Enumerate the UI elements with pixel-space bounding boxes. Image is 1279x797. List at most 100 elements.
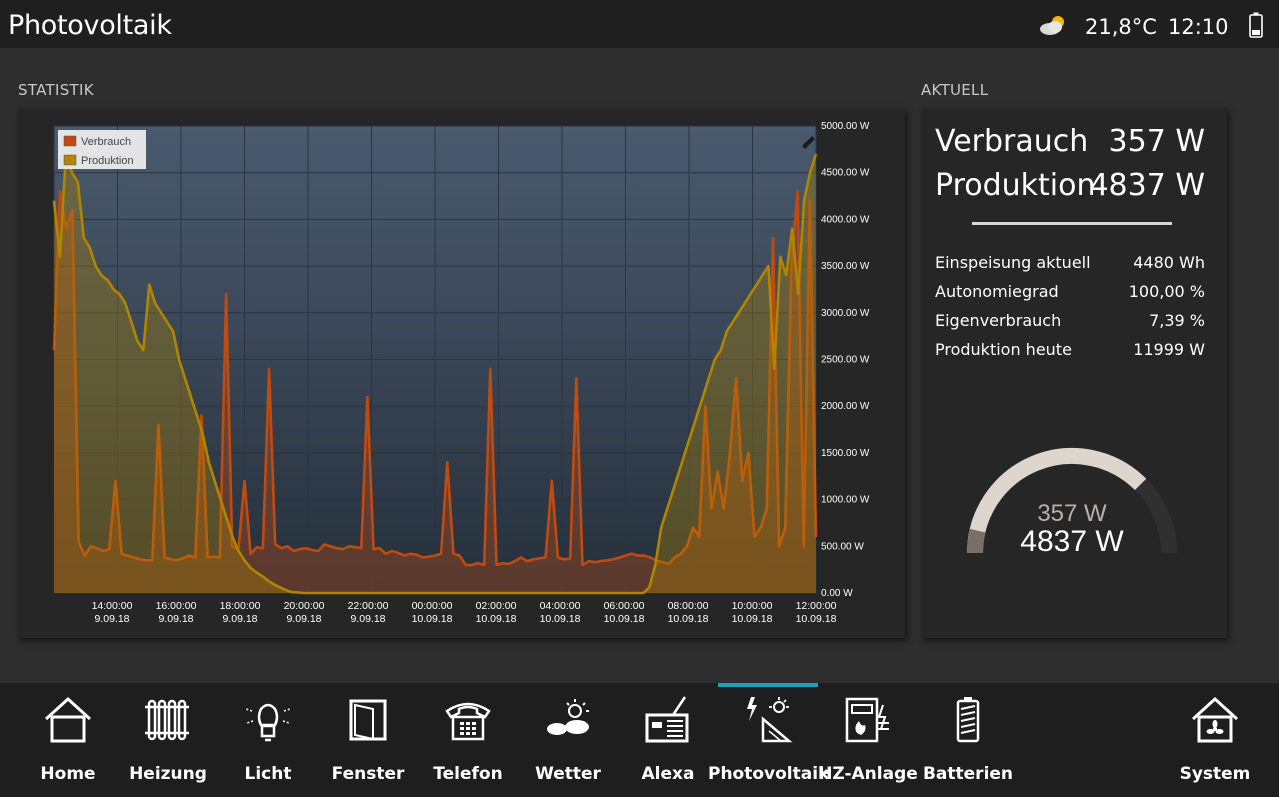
nav-label: System [1179, 764, 1251, 784]
y-tick-label: 0.00 W [821, 588, 853, 599]
y-tick-label: 2500.00 W [821, 355, 870, 366]
nav-photovoltaik[interactable]: Photovoltaik [708, 683, 829, 797]
active-indicator [118, 683, 218, 687]
x-tick-time: 18:00:00 [220, 600, 261, 612]
x-tick-date: 10.09.18 [604, 613, 645, 625]
x-tick-date: 10.09.18 [796, 613, 837, 625]
produktion-label: Produktion [935, 168, 1096, 203]
x-tick-time: 22:00:00 [348, 600, 389, 612]
x-tick-time: 04:00:00 [540, 600, 581, 612]
x-tick-date: 10.09.18 [668, 613, 709, 625]
info-value: 4480 Wh [1133, 253, 1205, 272]
active-indicator [1165, 683, 1265, 687]
battery-icon [956, 697, 980, 743]
x-tick-date: 10.09.18 [412, 613, 453, 625]
x-tick-time: 00:00:00 [412, 600, 453, 612]
nav-home[interactable]: Home [18, 683, 118, 797]
light-bulb-icon [245, 703, 291, 742]
active-indicator [18, 683, 118, 687]
x-tick-date: 9.09.18 [94, 613, 129, 625]
x-tick-time: 12:00:00 [796, 600, 837, 612]
battery-icon [1249, 12, 1263, 38]
legend-label: Verbrauch [81, 136, 131, 148]
info-label: Einspeisung aktuell [935, 253, 1091, 272]
produktion-value: 4837 W [1089, 168, 1205, 203]
nav-licht[interactable]: Licht [218, 683, 318, 797]
x-tick-date: 10.09.18 [476, 613, 517, 625]
clock: 12:10 [1168, 15, 1229, 39]
heating-system-icon [845, 697, 889, 743]
statistik-section-title: STATISTIK [18, 81, 94, 99]
info-label: Produktion heute [935, 340, 1072, 359]
x-tick-time: 06:00:00 [604, 600, 645, 612]
radiator-icon [145, 699, 189, 741]
x-tick-date: 9.09.18 [158, 613, 193, 625]
window-icon [349, 699, 387, 741]
nav-hz-anlage[interactable]: HZ-Anlage [818, 683, 918, 797]
verbrauch-row: Verbrauch 357 W [935, 124, 1205, 159]
energy-chart[interactable]: 0.00 W 500.00 W 1000.00 W 1500.00 W 2000.00 … [18, 108, 905, 638]
info-value: 100,00 % [1128, 282, 1205, 301]
info-row: Produktion heute 11999 W [935, 340, 1205, 359]
nav-alexa[interactable]: Alexa [618, 683, 718, 797]
nav-telefon[interactable]: Telefon [418, 683, 518, 797]
x-tick-time: 14:00:00 [92, 600, 133, 612]
x-tick-time: 20:00:00 [284, 600, 325, 612]
aktuell-section-title: AKTUELL [921, 81, 989, 99]
partly-cloudy-icon [1040, 16, 1064, 35]
info-value: 7,39 % [1149, 311, 1205, 330]
system-house-icon [1191, 696, 1239, 743]
legend-swatch [63, 154, 77, 166]
temperature: 21,8°C [1085, 15, 1157, 39]
y-tick-label: 4000.00 W [821, 214, 870, 225]
aktuell-panel: Verbrauch 357 W Produktion 4837 W Einspe… [922, 108, 1227, 638]
gauge-top-text: 357 W [1037, 500, 1107, 527]
info-row: Autonomiegrad 100,00 % [935, 282, 1205, 301]
active-indicator [318, 683, 418, 687]
active-indicator [818, 683, 918, 687]
active-indicator [218, 683, 318, 687]
active-indicator [518, 683, 618, 687]
x-tick-date: 9.09.18 [350, 613, 385, 625]
radio-icon [645, 696, 689, 743]
legend-label: Produktion [81, 155, 134, 167]
active-indicator [418, 683, 518, 687]
nav-heizung[interactable]: Heizung [118, 683, 218, 797]
x-tick-date: 9.09.18 [222, 613, 257, 625]
info-label: Autonomiegrad [935, 282, 1059, 301]
info-value: 11999 W [1133, 340, 1205, 359]
y-tick-label: 1500.00 W [821, 448, 870, 459]
x-tick-time: 10:00:00 [732, 600, 773, 612]
nav-fenster[interactable]: Fenster [318, 683, 418, 797]
gauge-bottom-text: 4837 W [1020, 525, 1124, 558]
consumption-gauge: 357 W 4837 W [967, 448, 1177, 558]
x-tick-date: 10.09.18 [732, 613, 773, 625]
active-indicator [718, 683, 818, 687]
produktion-row: Produktion 4837 W [935, 168, 1205, 203]
nav-wetter[interactable]: Wetter [518, 683, 618, 797]
telephone-icon [445, 702, 491, 741]
x-tick-time: 16:00:00 [156, 600, 197, 612]
info-row: Einspeisung aktuell 4480 Wh [935, 253, 1205, 272]
active-indicator [918, 683, 1018, 687]
info-row: Eigenverbrauch 7,39 % [935, 311, 1205, 330]
divider [972, 222, 1172, 225]
page-title: Photovoltaik [8, 10, 172, 41]
y-tick-label: 4500.00 W [821, 168, 870, 179]
home-icon [44, 696, 92, 743]
nav-label: Batterien [922, 764, 1014, 784]
statistik-panel: 0.00 W 500.00 W 1000.00 W 1500.00 W 2000.00 … [18, 108, 905, 638]
y-tick-label: 5000.00 W [821, 121, 870, 132]
y-tick-label: 1000.00 W [821, 495, 870, 506]
legend-swatch [63, 135, 77, 147]
nav-system[interactable]: System [1165, 683, 1265, 797]
top-bar: Photovoltaik 21,8°C 12:10 [0, 0, 1279, 48]
y-tick-label: 3000.00 W [821, 308, 870, 319]
y-tick-label: 500.00 W [821, 541, 864, 552]
y-tick-label: 2000.00 W [821, 401, 870, 412]
active-indicator [618, 683, 718, 687]
x-tick-date: 10.09.18 [540, 613, 581, 625]
x-tick-time: 02:00:00 [476, 600, 517, 612]
nav-batterien[interactable]: Batterien [918, 683, 1018, 797]
verbrauch-label: Verbrauch [935, 124, 1089, 159]
